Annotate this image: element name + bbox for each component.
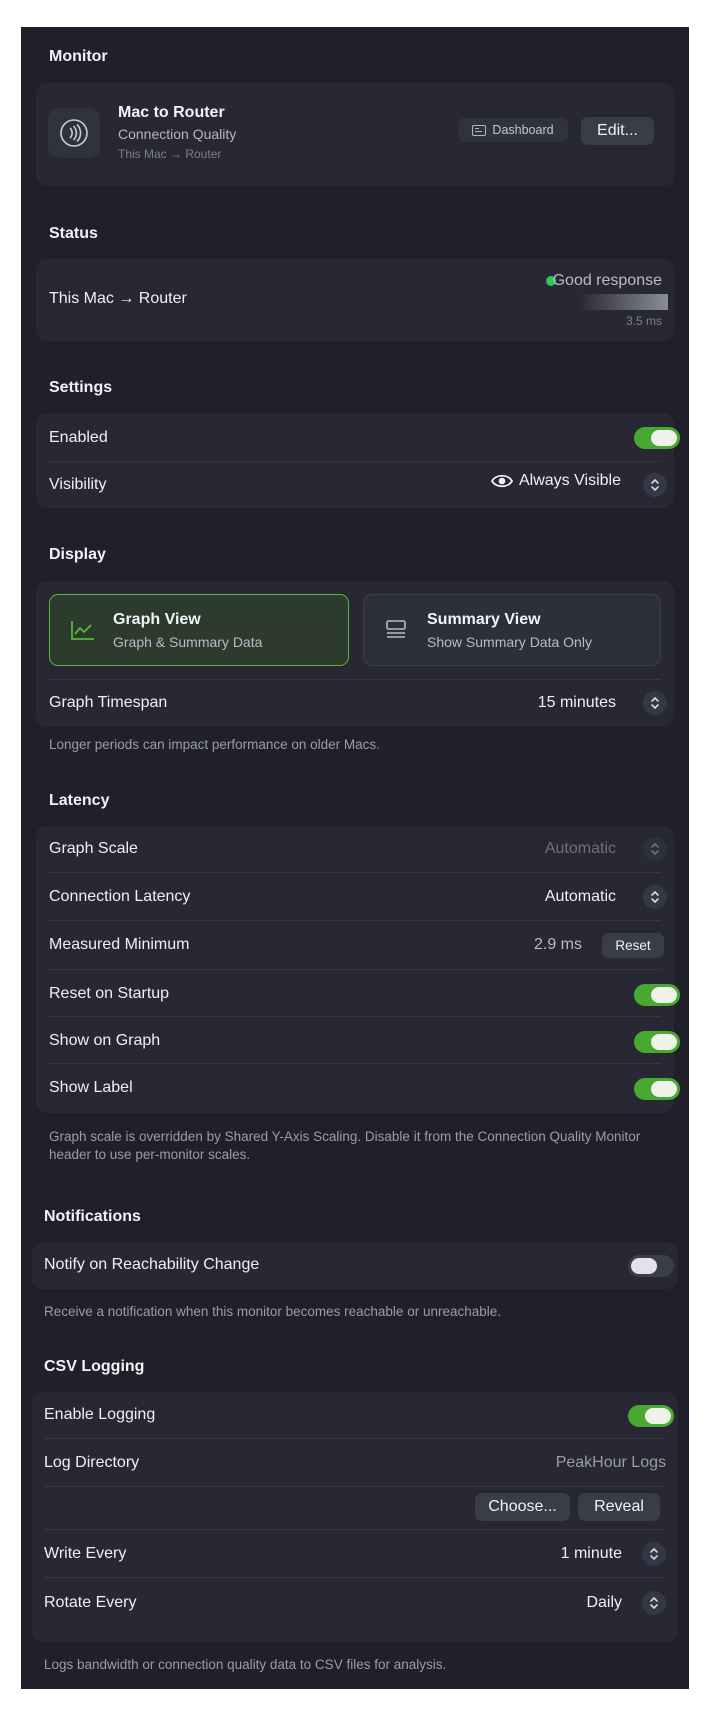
divider	[49, 872, 661, 873]
divider	[44, 1529, 666, 1530]
reset-on-startup-label: Reset on Startup	[49, 985, 170, 1002]
chevron-updown-icon	[651, 842, 659, 856]
graph-scale-value: Automatic	[544, 840, 616, 857]
divider	[44, 1438, 666, 1439]
eye-icon	[491, 474, 513, 488]
monitor-card: Mac to Router Connection Quality This Ma…	[36, 83, 674, 186]
choose-directory-button[interactable]: Choose...	[475, 1493, 570, 1521]
section-title-settings: Settings	[49, 379, 113, 396]
section-title-notifications: Notifications	[44, 1208, 141, 1225]
graph-timespan-stepper[interactable]	[643, 691, 667, 715]
csv-logging-note: Logs bandwidth or connection quality dat…	[44, 1657, 447, 1672]
status-state: Good response	[552, 272, 662, 289]
log-directory-value: PeakHour Logs	[555, 1454, 666, 1471]
status-latency: 3.5 ms	[625, 314, 662, 328]
chevron-updown-icon	[650, 1596, 658, 1610]
enabled-toggle[interactable]	[634, 427, 680, 449]
chevron-updown-icon	[650, 1547, 658, 1561]
rotate-every-value[interactable]: Daily	[586, 1594, 622, 1612]
divider	[49, 969, 661, 970]
section-title-latency: Latency	[49, 792, 110, 809]
reset-minimum-button[interactable]: Reset	[602, 933, 664, 958]
show-on-graph-label: Show on Graph	[49, 1032, 161, 1049]
section-title-status: Status	[49, 225, 98, 242]
connection-latency-stepper[interactable]	[643, 885, 667, 909]
reveal-directory-button[interactable]: Reveal	[578, 1493, 660, 1521]
csv-logging-card: Enable Logging Log Directory PeakHour Lo…	[32, 1392, 678, 1642]
notifications-note: Receive a notification when this monitor…	[44, 1304, 502, 1319]
monitor-type: Connection Quality	[118, 126, 237, 142]
status-route: This Mac → Router	[49, 290, 187, 307]
enable-logging-label: Enable Logging	[44, 1406, 156, 1423]
summary-view-subtitle: Show Summary Data Only	[427, 634, 592, 650]
visibility-stepper[interactable]	[643, 473, 667, 497]
chevron-updown-icon	[651, 478, 659, 492]
display-card: Graph View Graph & Summary Data Summary …	[36, 581, 674, 727]
write-every-label: Write Every	[44, 1545, 127, 1562]
show-label-label: Show Label	[49, 1079, 133, 1096]
section-title-display: Display	[49, 546, 106, 563]
dashboard-button[interactable]: Dashboard	[458, 118, 568, 142]
summary-view-title: Summary View	[427, 611, 541, 628]
dashboard-icon	[472, 124, 487, 136]
notify-reachability-label: Notify on Reachability Change	[44, 1256, 260, 1273]
divider	[49, 1016, 661, 1017]
divider	[49, 461, 661, 462]
monitor-route: This Mac → Router	[118, 147, 222, 161]
visibility-value: Always Visible	[519, 472, 621, 489]
section-title-monitor: Monitor	[49, 48, 108, 65]
edit-button[interactable]: Edit...	[581, 117, 654, 145]
connection-latency-value[interactable]: Automatic	[545, 888, 616, 906]
dashboard-label: Dashboard	[492, 123, 554, 137]
enable-logging-toggle[interactable]	[628, 1405, 674, 1427]
divider	[44, 1486, 666, 1487]
graph-scale-stepper	[643, 837, 667, 861]
divider	[44, 1577, 666, 1578]
show-on-graph-toggle[interactable]	[634, 1031, 680, 1053]
visibility-select[interactable]: Always Visible	[491, 472, 621, 490]
display-note: Longer periods can impact performance on…	[49, 737, 380, 752]
connection-quality-icon	[48, 108, 100, 158]
graph-scale-label: Graph Scale	[49, 840, 138, 857]
connection-latency-label: Connection Latency	[49, 888, 191, 905]
summary-list-icon	[386, 620, 406, 638]
rotate-every-label: Rotate Every	[44, 1594, 137, 1611]
latency-sparkline	[578, 294, 668, 310]
divider	[49, 920, 661, 921]
write-every-stepper[interactable]	[642, 1542, 666, 1566]
graph-view-option[interactable]: Graph View Graph & Summary Data	[49, 594, 349, 666]
chevron-updown-icon	[651, 890, 659, 904]
graph-icon	[71, 621, 94, 640]
latency-card: Graph Scale Automatic Connection Latency…	[36, 826, 680, 1113]
settings-card: Enabled Visibility Always Visible	[36, 413, 680, 508]
graph-timespan-label: Graph Timespan	[49, 694, 168, 711]
write-every-value[interactable]: 1 minute	[561, 1545, 622, 1563]
visibility-label: Visibility	[49, 476, 107, 493]
settings-window: Monitor Mac to Router Connection Quality…	[21, 27, 689, 1689]
graph-view-subtitle: Graph & Summary Data	[113, 634, 263, 650]
graph-view-title: Graph View	[113, 611, 201, 628]
reset-on-startup-toggle[interactable]	[634, 984, 680, 1006]
enabled-label: Enabled	[49, 429, 108, 446]
monitor-name: Mac to Router	[118, 104, 225, 121]
status-card: This Mac → Router Good response 3.5 ms	[36, 259, 674, 341]
summary-view-option[interactable]: Summary View Show Summary Data Only	[363, 594, 661, 666]
chevron-updown-icon	[651, 696, 659, 710]
measured-minimum-label: Measured Minimum	[49, 936, 190, 953]
rotate-every-stepper[interactable]	[642, 1591, 666, 1615]
notify-reachability-toggle[interactable]	[628, 1255, 674, 1277]
divider	[49, 679, 661, 680]
section-title-csv-logging: CSV Logging	[44, 1358, 145, 1375]
log-directory-label: Log Directory	[44, 1454, 140, 1471]
divider	[49, 1063, 661, 1064]
show-label-toggle[interactable]	[634, 1078, 680, 1100]
notifications-card: Notify on Reachability Change	[32, 1242, 678, 1289]
measured-minimum-value: 2.9 ms	[533, 936, 582, 953]
latency-note: Graph scale is overridden by Shared Y-Ax…	[49, 1129, 641, 1162]
graph-timespan-value[interactable]: 15 minutes	[538, 694, 616, 712]
